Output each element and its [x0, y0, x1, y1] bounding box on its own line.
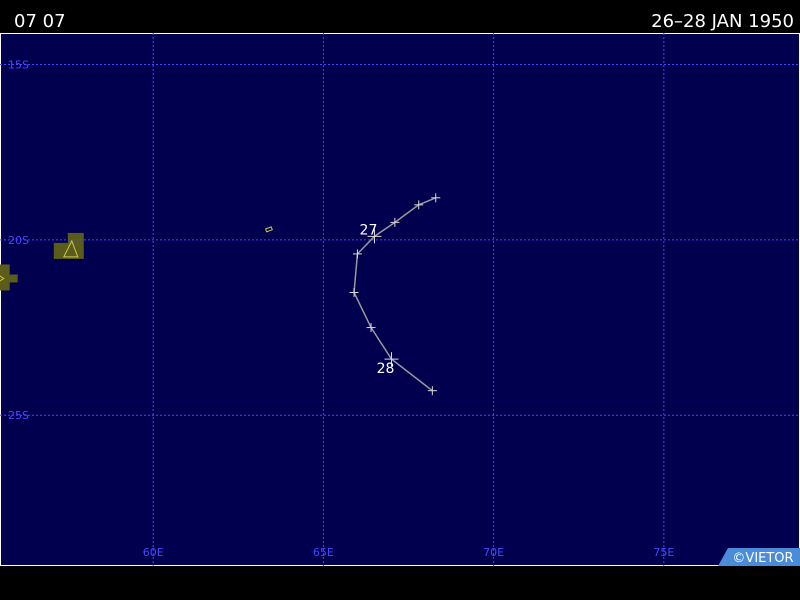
latitude-label: 15S	[8, 59, 29, 72]
latitude-label: 25S	[8, 409, 29, 422]
longitude-label: 70E	[483, 546, 504, 559]
storm-track-map: 15S 20S 25S 60E 65E 70E 75E 27 28	[0, 33, 800, 566]
storm-id-label: 07 07	[14, 11, 66, 32]
longitude-label: 60E	[143, 546, 164, 559]
date-range-label: 26–28 JAN 1950	[651, 11, 794, 32]
credit-text: ©VIETOR	[732, 551, 793, 566]
longitude-label: 65E	[313, 546, 334, 559]
longitude-label: 75E	[653, 546, 674, 559]
credit-badge: ©VIETOR	[718, 548, 800, 566]
day-label: 28	[377, 361, 395, 377]
ocean-background	[0, 33, 800, 566]
latitude-label: 20S	[8, 234, 29, 247]
day-label: 27	[360, 222, 378, 238]
